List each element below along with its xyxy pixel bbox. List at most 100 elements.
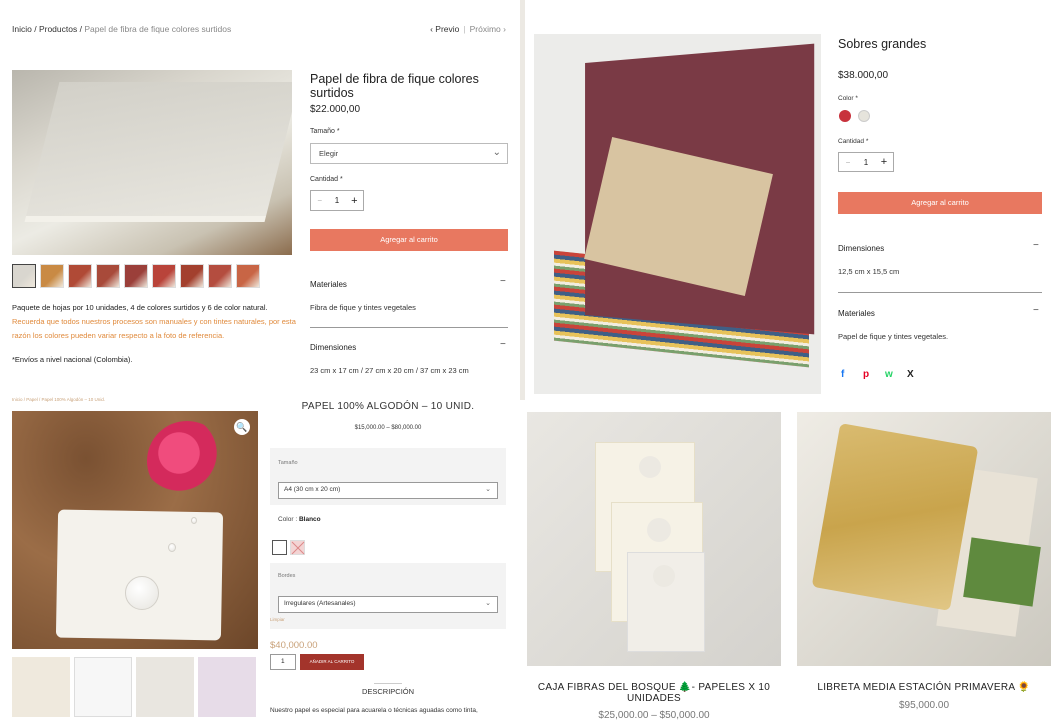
thumbnail-strip [12, 264, 260, 288]
thumbnail[interactable] [208, 264, 232, 288]
breadcrumb-sep: / [31, 24, 39, 34]
minus-icon[interactable]: − [1033, 240, 1039, 251]
size-select-value: A4 (30 cm x 20 cm) [284, 486, 341, 493]
breadcrumb-current: Papel de fibra de fique colores surtidos [84, 24, 232, 34]
minus-icon[interactable]: − [500, 339, 506, 350]
dimensions-text: 12,5 cm x 15,5 cm [838, 267, 900, 276]
thumbnail[interactable] [68, 264, 92, 288]
thumbnail[interactable] [12, 657, 70, 717]
plus-icon[interactable]: + [346, 195, 363, 207]
chevron-down-icon: ⌄ [485, 600, 491, 607]
price-range: $15,000.00 – $80,000.00 [354, 425, 422, 431]
chevron-down-icon: ⌄ [485, 486, 491, 493]
chevron-right-icon[interactable]: › [503, 24, 506, 34]
minus-icon[interactable]: − [500, 276, 506, 287]
divider [838, 292, 1042, 293]
size-option-box: Tamaño A4 (30 cm x 20 cm) ⌄ [270, 448, 506, 505]
add-to-cart-button[interactable]: Agregar al carrito [310, 229, 508, 251]
thumbnail[interactable] [12, 264, 36, 288]
product-card-image[interactable] [527, 412, 781, 666]
product-main-image[interactable] [534, 34, 821, 394]
pinterest-icon[interactable]: p [863, 369, 869, 380]
chevron-down-icon: ⌄ [492, 147, 501, 158]
thumbnail[interactable] [40, 264, 64, 288]
materials-text: Fibra de fique y tintes vegetales [310, 303, 416, 312]
dimensions-accordion-title[interactable]: Dimensiones [310, 343, 356, 352]
thumbnail[interactable] [74, 657, 132, 717]
product-panel-envelopes: Sobres grandes $38.000,00 Color * Cantid… [525, 0, 1053, 400]
quantity-value[interactable]: 1 [857, 158, 875, 167]
color-label: Color : Blanco [278, 516, 321, 523]
quantity-stepper[interactable]: − 1 + [310, 190, 364, 211]
x-icon[interactable]: X [907, 369, 914, 380]
product-pager: ‹ Previo | Próximo › [430, 24, 506, 34]
product-title: Sobres grandes [838, 37, 927, 51]
materials-accordion-title[interactable]: Materiales [838, 309, 875, 318]
facebook-icon[interactable]: f [841, 369, 844, 380]
product-card-name[interactable]: LIBRETA MEDIA ESTACIÓN PRIMAVERA 🌻 [797, 682, 1051, 693]
product-main-image[interactable] [12, 70, 292, 255]
divider [310, 327, 508, 328]
product-card-name[interactable]: CAJA FIBRAS DEL BOSQUE 🌲- PAPELES X 10 U… [527, 682, 781, 704]
tab-description[interactable]: DESCRIPCIÓN [270, 687, 506, 696]
product-grid: CAJA FIBRAS DEL BOSQUE 🌲- PAPELES X 10 U… [520, 400, 1053, 725]
product-price: $38.000,00 [838, 70, 889, 81]
whatsapp-icon[interactable]: w [885, 369, 893, 380]
breadcrumb[interactable]: Inicio / Papel / Papel 100% Algodón – 10… [12, 397, 105, 402]
dimensions-text: 23 cm x 17 cm / 27 cm x 20 cm / 37 cm x … [310, 366, 469, 375]
thumbnail[interactable] [236, 264, 260, 288]
edges-select[interactable]: Irregulares (Artesanales) ⌄ [278, 596, 498, 613]
quantity-stepper[interactable]: − 1 + [838, 152, 894, 172]
edges-option-box: Bordes Irregulares (Artesanales) ⌄ [270, 563, 506, 629]
product-main-image[interactable] [12, 411, 258, 649]
plus-icon[interactable]: + [875, 156, 893, 168]
thumbnail[interactable] [180, 264, 204, 288]
color-label: Color * [838, 95, 858, 102]
product-card-price: $95,000.00 [898, 700, 950, 711]
product-panel-fique: Inicio / Productos / Papel de fibra de f… [0, 0, 520, 400]
minus-icon[interactable]: − [839, 158, 857, 167]
edges-select-value: Irregulares (Artesanales) [284, 600, 356, 607]
thumbnail[interactable] [152, 264, 176, 288]
color-swatch-natural[interactable] [858, 110, 870, 122]
thumbnail[interactable] [198, 657, 256, 717]
materials-text: Papel de fique y tintes vegetales. [838, 332, 949, 341]
size-select-value: Elegir [319, 149, 339, 158]
size-select[interactable]: Elegir ⌄ [310, 143, 508, 164]
dimensions-accordion-title[interactable]: Dimensiones [838, 244, 884, 253]
unavailable-icon [291, 541, 305, 555]
next-link[interactable]: Próximo [470, 24, 501, 34]
quantity-input[interactable]: 1 [270, 654, 296, 670]
add-to-cart-button[interactable]: AÑADIR AL CARRITO [300, 654, 364, 670]
product-panel-cotton: Inicio / Papel / Papel 100% Algodón – 10… [0, 395, 520, 725]
shipping-note: *Envíos a nivel nacional (Colombia). [12, 355, 133, 364]
product-price: $40,000.00 [270, 640, 318, 651]
add-to-cart-button[interactable]: Agregar al carrito [838, 192, 1042, 214]
size-select[interactable]: A4 (30 cm x 20 cm) ⌄ [278, 482, 498, 499]
breadcrumb-products[interactable]: Productos [39, 24, 77, 34]
quantity-value[interactable]: 1 [328, 196, 345, 205]
chevron-left-icon[interactable]: ‹ [430, 24, 433, 34]
size-label: Tamaño * [310, 128, 340, 135]
color-swatch-pink[interactable] [290, 540, 305, 555]
minus-icon[interactable]: − [1033, 305, 1039, 316]
thumbnail-strip [12, 657, 256, 717]
minus-icon[interactable]: − [311, 196, 328, 205]
product-price: $22.000,00 [310, 104, 361, 115]
divider [374, 683, 402, 684]
qty-label: Cantidad * [838, 138, 869, 145]
qty-label: Cantidad * [310, 176, 343, 183]
clear-link[interactable]: Limpiar [270, 617, 285, 622]
description-text: Paquete de hojas por 10 unidades, 4 de c… [12, 303, 268, 312]
materials-accordion-title[interactable]: Materiales [310, 280, 347, 289]
product-card-image[interactable] [797, 412, 1051, 666]
color-swatch-red[interactable] [839, 110, 851, 122]
product-card-price: $25,000.00 – $50,000.00 [598, 710, 710, 721]
zoom-icon[interactable]: 🔍 [234, 419, 250, 435]
color-swatch-white[interactable] [272, 540, 287, 555]
prev-link[interactable]: Previo [435, 24, 459, 34]
thumbnail[interactable] [136, 657, 194, 717]
thumbnail[interactable] [96, 264, 120, 288]
thumbnail[interactable] [124, 264, 148, 288]
breadcrumb-home[interactable]: Inicio [12, 24, 32, 34]
